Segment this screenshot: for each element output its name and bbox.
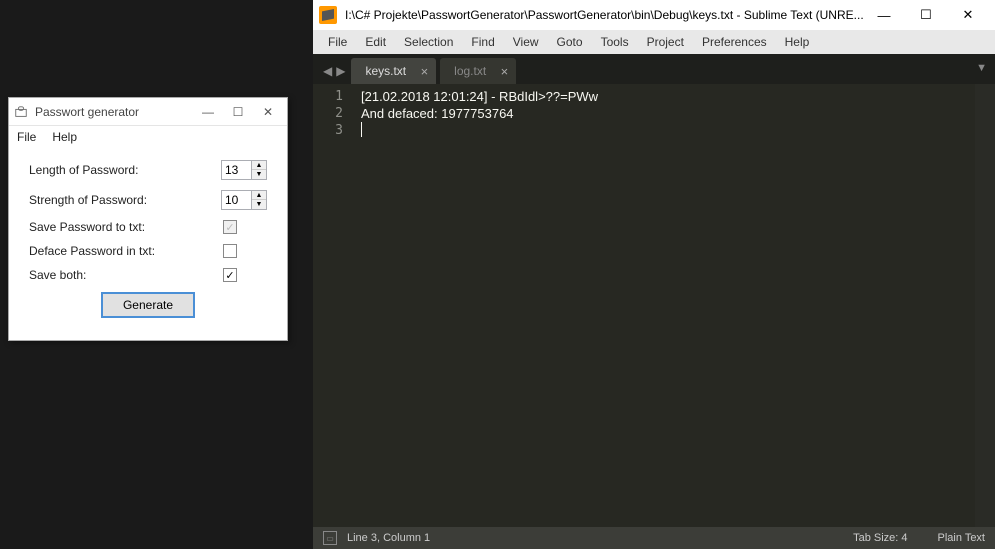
status-tabsize[interactable]: Tab Size: 4 (853, 532, 907, 544)
menu-goto[interactable]: Goto (548, 32, 592, 52)
window-title: Passwort generator (35, 105, 193, 119)
code-editor[interactable]: 1 2 3 [21.02.2018 12:01:24] - RBdIdl>??=… (313, 84, 995, 527)
sublime-title: I:\C# Projekte\PasswortGenerator\Passwor… (345, 8, 863, 22)
tab-keys[interactable]: keys.txt × (351, 58, 436, 84)
menu-edit[interactable]: Edit (356, 32, 395, 52)
menu-file[interactable]: File (17, 130, 36, 144)
nav-forward-icon[interactable]: ▶ (336, 64, 345, 78)
length-stepper[interactable]: ▲ ▼ (221, 160, 267, 180)
code-line: And defaced: 1977753764 (361, 105, 967, 122)
pwgen-menubar: File Help (9, 126, 287, 148)
sublime-menubar: File Edit Selection Find View Goto Tools… (313, 30, 995, 54)
statusbar: ▭ Line 3, Column 1 Tab Size: 4 Plain Tex… (313, 527, 995, 549)
tab-label: keys.txt (365, 64, 406, 78)
menu-selection[interactable]: Selection (395, 32, 462, 52)
deface-checkbox[interactable] (223, 244, 237, 258)
save-both-checkbox[interactable]: ✓ (223, 268, 237, 282)
app-icon (13, 104, 29, 120)
save-txt-label: Save Password to txt: (29, 220, 223, 234)
sublime-minimize[interactable]: — (863, 1, 905, 29)
menu-view[interactable]: View (504, 32, 548, 52)
tab-close-icon[interactable]: × (501, 64, 509, 79)
menu-tools[interactable]: Tools (592, 32, 638, 52)
generate-button[interactable]: Generate (101, 292, 195, 318)
strength-stepper[interactable]: ▲ ▼ (221, 190, 267, 210)
save-txt-checkbox[interactable]: ✓ (223, 220, 237, 234)
line-number: 2 (313, 105, 353, 122)
strength-input[interactable] (221, 190, 251, 210)
code-line: [21.02.2018 12:01:24] - RBdIdl>??=PWw (361, 88, 967, 105)
sublime-icon (319, 6, 337, 24)
strength-up[interactable]: ▲ (252, 191, 266, 200)
length-input[interactable] (221, 160, 251, 180)
sublime-tabbar: ◀ ▶ keys.txt × log.txt × ▼ (313, 54, 995, 84)
sublime-close[interactable]: ✕ (947, 1, 989, 29)
length-down[interactable]: ▼ (252, 170, 266, 179)
sublime-window: I:\C# Projekte\PasswortGenerator\Passwor… (313, 0, 995, 549)
menu-file[interactable]: File (319, 32, 356, 52)
gutter: 1 2 3 (313, 84, 353, 527)
menu-preferences[interactable]: Preferences (693, 32, 776, 52)
nav-back-icon[interactable]: ◀ (323, 64, 332, 78)
minimize-button[interactable]: — (193, 101, 223, 123)
menu-help[interactable]: Help (776, 32, 819, 52)
pwgen-titlebar[interactable]: Passwort generator — ☐ ✕ (9, 98, 287, 126)
save-both-label: Save both: (29, 268, 223, 282)
length-up[interactable]: ▲ (252, 161, 266, 170)
status-position[interactable]: Line 3, Column 1 (347, 532, 430, 544)
menu-find[interactable]: Find (462, 32, 503, 52)
tab-log[interactable]: log.txt × (440, 58, 516, 84)
close-button[interactable]: ✕ (253, 101, 283, 123)
code-area[interactable]: [21.02.2018 12:01:24] - RBdIdl>??=PWwAnd… (353, 84, 975, 527)
maximize-button[interactable]: ☐ (223, 101, 253, 123)
sublime-maximize[interactable]: ☐ (905, 1, 947, 29)
length-label: Length of Password: (29, 163, 221, 177)
tab-close-icon[interactable]: × (421, 64, 429, 79)
status-panel-icon[interactable]: ▭ (323, 531, 337, 545)
line-number: 1 (313, 88, 353, 105)
text-cursor (361, 122, 362, 137)
tab-more-icon[interactable]: ▼ (976, 62, 987, 74)
minimap[interactable] (975, 84, 995, 527)
strength-down[interactable]: ▼ (252, 200, 266, 209)
pwgen-body: Length of Password: ▲ ▼ Strength of Pass… (9, 148, 287, 340)
strength-label: Strength of Password: (29, 193, 221, 207)
sublime-titlebar[interactable]: I:\C# Projekte\PasswortGenerator\Passwor… (313, 0, 995, 30)
menu-project[interactable]: Project (638, 32, 693, 52)
status-syntax[interactable]: Plain Text (938, 532, 986, 544)
menu-help[interactable]: Help (52, 130, 77, 144)
deface-label: Deface Password in txt: (29, 244, 223, 258)
line-number: 3 (313, 122, 353, 139)
password-generator-window: Passwort generator — ☐ ✕ File Help Lengt… (8, 97, 288, 341)
tab-label: log.txt (454, 64, 486, 78)
